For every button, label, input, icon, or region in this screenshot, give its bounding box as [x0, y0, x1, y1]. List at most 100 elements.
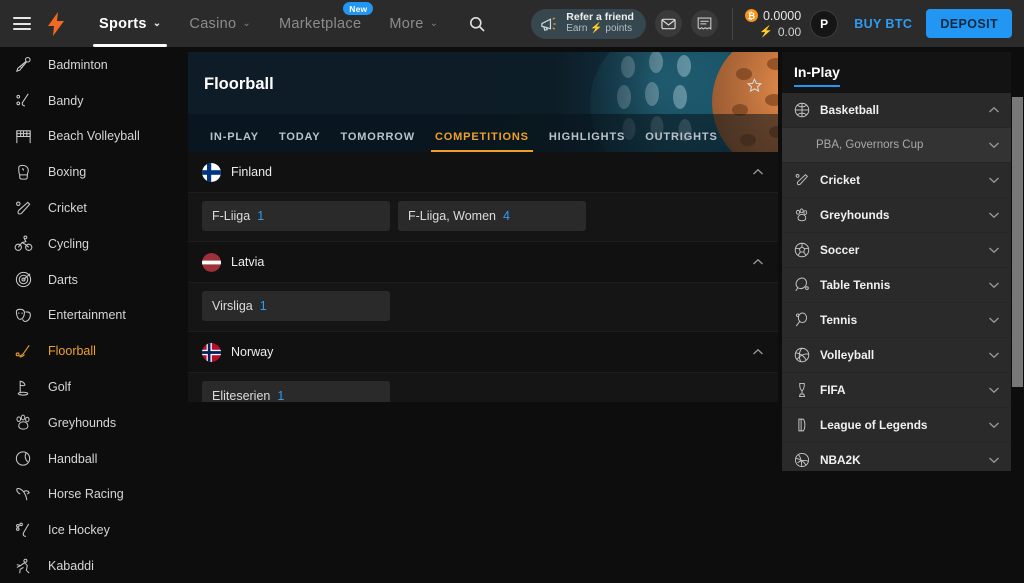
nav-item-marketplace[interactable]: Marketplace New [265, 0, 375, 47]
tab-outrights[interactable]: OUTRIGHTS [635, 131, 727, 152]
sidebar-label: Cricket [48, 201, 87, 216]
avatar[interactable]: P [810, 9, 839, 38]
sidebar-item-beach-volleyball[interactable]: Beach Volleyball [0, 119, 178, 155]
cricket-bat-icon [14, 199, 40, 218]
nav-item-sports[interactable]: Sports ⌄ [85, 0, 175, 47]
nav-item-casino[interactable]: Casino ⌄ [175, 0, 265, 47]
volleyball-icon [791, 347, 813, 363]
header-divider [731, 7, 733, 40]
chevron-down-icon[interactable] [988, 316, 1000, 324]
sidebar-item-ice-hockey[interactable]: Ice Hockey [0, 512, 178, 548]
chevron-down-icon[interactable] [988, 281, 1000, 289]
refer-a-friend-button[interactable]: Refer a friend Earn ⚡ points [531, 8, 646, 39]
country-header-finland[interactable]: Finland [188, 152, 778, 193]
in-play-row-basketball[interactable]: Basketball [782, 93, 1012, 128]
chevron-up-icon[interactable] [752, 258, 764, 266]
tab-today[interactable]: TODAY [269, 131, 331, 152]
kabaddi-icon [14, 557, 40, 576]
chevron-down-icon[interactable] [988, 141, 1000, 149]
sidebar-item-cricket[interactable]: Cricket [0, 190, 178, 226]
sidebar-item-darts[interactable]: Darts [0, 262, 178, 298]
country-group-norway: Norway Eliteserien 1 [188, 332, 778, 402]
sidebar-item-floorball[interactable]: Floorball [0, 333, 178, 369]
deposit-button[interactable]: DEPOSIT [926, 9, 1012, 38]
chevron-down-icon[interactable] [988, 351, 1000, 359]
in-play-row-cricket[interactable]: Cricket [782, 163, 1012, 198]
chevron-down-icon[interactable] [988, 211, 1000, 219]
competition-chip[interactable]: F-Liiga 1 [202, 201, 390, 231]
lightning-bolt-logo-icon[interactable] [45, 11, 67, 36]
sidebar-item-handball[interactable]: Handball [0, 441, 178, 477]
nav-item-more[interactable]: More ⌄ [375, 0, 452, 47]
bandy-stick-icon [14, 91, 40, 110]
hamburger-menu-icon[interactable] [13, 17, 31, 30]
in-play-label: Volleyball [820, 348, 875, 362]
in-play-row-league-of-legends[interactable]: League of Legends [782, 408, 1012, 443]
chevron-up-icon[interactable] [988, 106, 1000, 114]
sport-tab-bar: IN-PLAY TODAY TOMORROW COMPETITIONS HIGH… [188, 118, 728, 152]
sidebar-item-boxing[interactable]: Boxing [0, 154, 178, 190]
sidebar-label: Greyhounds [48, 415, 117, 430]
tab-highlights[interactable]: HIGHLIGHTS [539, 131, 635, 152]
chevron-down-icon[interactable] [988, 246, 1000, 254]
sidebar-item-kabaddi[interactable]: Kabaddi [0, 548, 178, 583]
tab-tomorrow[interactable]: TOMORROW [331, 131, 425, 152]
sidebar-item-bandy[interactable]: Bandy [0, 83, 178, 119]
in-play-row-soccer[interactable]: Soccer [782, 233, 1012, 268]
chevron-down-icon[interactable] [988, 421, 1000, 429]
in-play-row-volleyball[interactable]: Volleyball [782, 338, 1012, 373]
paw-print-icon [791, 207, 813, 223]
page-scrollbar-track[interactable] [1011, 47, 1024, 583]
in-play-row-nba2k[interactable]: NBA2K [782, 443, 1012, 471]
competition-name: Virsliga [212, 299, 253, 313]
shuttlecock-icon [14, 55, 40, 74]
country-group-finland: Finland F-Liiga 1 F-Liiga, Women 4 [188, 152, 778, 242]
competition-chip[interactable]: Eliteserien 1 [202, 381, 390, 402]
sidebar-label: Boxing [48, 165, 87, 180]
in-play-row-tennis[interactable]: Tennis [782, 303, 1012, 338]
bet-slip-icon[interactable] [690, 10, 718, 37]
in-play-label: Basketball [820, 103, 880, 117]
sidebar-item-entertainment[interactable]: Entertainment [0, 298, 178, 334]
page-title: Floorball [204, 75, 274, 93]
volleyball-net-icon [14, 127, 40, 146]
sidebar-label: Floorball [48, 344, 96, 359]
competition-chip[interactable]: F-Liiga, Women 4 [398, 201, 586, 231]
buy-btc-button[interactable]: BUY BTC [854, 17, 912, 31]
in-play-row-table-tennis[interactable]: Table Tennis [782, 268, 1012, 303]
chevron-down-icon: ⌄ [152, 18, 162, 29]
in-play-row-pba-governors-cup[interactable]: PBA, Governors Cup [782, 128, 1012, 163]
nav-label: Sports [99, 15, 147, 32]
country-header-latvia[interactable]: Latvia [188, 242, 778, 283]
chevron-down-icon[interactable] [988, 456, 1000, 464]
chevron-down-icon[interactable] [988, 176, 1000, 184]
chevron-up-icon[interactable] [752, 168, 764, 176]
search-icon[interactable] [462, 16, 492, 32]
sidebar-item-greyhounds[interactable]: Greyhounds [0, 405, 178, 441]
sidebar-label: Golf [48, 380, 71, 395]
in-play-row-greyhounds[interactable]: Greyhounds [782, 198, 1012, 233]
chevron-down-icon[interactable] [988, 386, 1000, 394]
balance-display[interactable]: ₿ 0.0000 ⚡ 0.00 [744, 8, 802, 39]
sidebar-item-horse-racing[interactable]: Horse Racing [0, 477, 178, 513]
balance-secondary: 0.00 [777, 24, 802, 39]
sidebar-item-cycling[interactable]: Cycling [0, 226, 178, 262]
competition-name: Eliteserien [212, 389, 271, 402]
envelope-icon[interactable] [654, 10, 682, 37]
competition-list-latvia: Virsliga 1 [188, 283, 778, 332]
page-scrollbar-thumb[interactable] [1012, 97, 1023, 387]
country-header-norway[interactable]: Norway [188, 332, 778, 373]
tab-competitions[interactable]: COMPETITIONS [425, 131, 539, 152]
handball-icon [14, 449, 40, 468]
page-root: Sports ⌄ Casino ⌄ Marketplace New More ⌄ [0, 0, 1024, 583]
sidebar-item-badminton[interactable]: Badminton [0, 47, 178, 83]
in-play-label: Tennis [820, 313, 858, 327]
nba2k-icon [791, 452, 813, 468]
lol-icon [791, 417, 813, 433]
star-outline-icon[interactable] [747, 78, 762, 93]
sidebar-item-golf[interactable]: Golf [0, 369, 178, 405]
in-play-row-fifa[interactable]: FIFA [782, 373, 1012, 408]
chevron-up-icon[interactable] [752, 348, 764, 356]
tab-in-play[interactable]: IN-PLAY [200, 131, 269, 152]
competition-chip[interactable]: Virsliga 1 [202, 291, 390, 321]
